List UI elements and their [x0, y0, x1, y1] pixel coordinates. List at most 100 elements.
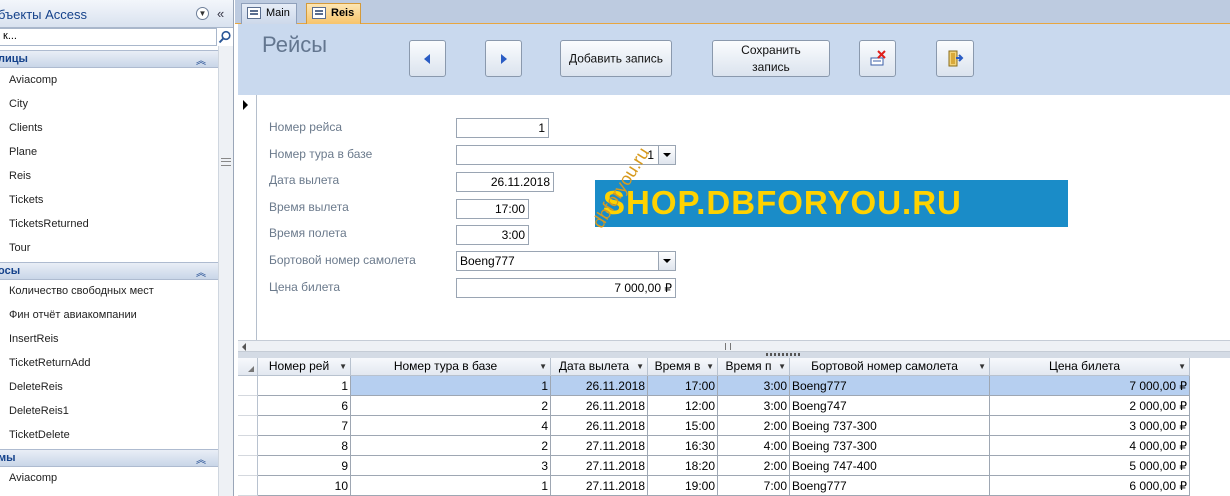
collapse-pane-icon[interactable]: «: [217, 6, 224, 21]
nav-item-tour[interactable]: Tour: [9, 238, 214, 258]
column-header-flight-number[interactable]: Номер рей ▼: [258, 358, 351, 376]
nav-group-tables[interactable]: лицы ︽: [0, 50, 218, 68]
cell-flight-duration[interactable]: 3:00: [718, 396, 790, 416]
cell-flight-duration[interactable]: 2:00: [718, 456, 790, 476]
select-all-corner[interactable]: [238, 358, 258, 376]
row-selector[interactable]: [238, 376, 258, 396]
save-record-button[interactable]: Сохранить запись: [712, 40, 830, 77]
nav-item-reis[interactable]: Reis: [9, 166, 214, 186]
nav-item-free-seats[interactable]: Количество свободных мест: [9, 281, 214, 301]
tab-reis[interactable]: Reis: [306, 3, 362, 24]
cell-flight-duration[interactable]: 2:00: [718, 416, 790, 436]
previous-record-button[interactable]: [409, 40, 446, 77]
column-header-ticket-price[interactable]: Цена билета ▼: [990, 358, 1190, 376]
nav-search-input[interactable]: к...: [0, 28, 217, 46]
flight-number-field[interactable]: 1: [456, 118, 549, 138]
departure-time-field[interactable]: 17:00: [456, 199, 529, 219]
nav-item-tickets[interactable]: Tickets: [9, 190, 214, 210]
nav-item-delete-reis1[interactable]: DeleteReis1: [9, 401, 214, 421]
cell-tour-number[interactable]: 4: [351, 416, 551, 436]
column-header-departure-time[interactable]: Время в ▼: [648, 358, 718, 376]
departure-date-field[interactable]: 26.11.2018: [456, 172, 554, 192]
column-dropdown-icon[interactable]: ▼: [778, 358, 786, 375]
column-header-aircraft-number[interactable]: Бортовой номер самолета ▼: [790, 358, 990, 376]
cell-aircraft-number[interactable]: Boeing 737-300: [790, 416, 990, 436]
cell-departure-date[interactable]: 26.11.2018: [551, 376, 648, 396]
cell-departure-date[interactable]: 27.11.2018: [551, 456, 648, 476]
cell-tour-number[interactable]: 1: [351, 476, 551, 496]
nav-item-plane[interactable]: Plane: [9, 142, 214, 162]
nav-header[interactable]: бъекты Access ▼ «: [0, 0, 233, 28]
close-form-button[interactable]: [936, 40, 974, 77]
row-selector[interactable]: [238, 396, 258, 416]
nav-item-city[interactable]: City: [9, 94, 214, 114]
cell-flight-number[interactable]: 10: [258, 476, 351, 496]
cell-aircraft-number[interactable]: Boeng777: [790, 376, 990, 396]
cell-ticket-price[interactable]: 3 000,00 ₽: [990, 416, 1190, 436]
cell-departure-time[interactable]: 18:20: [648, 456, 718, 476]
cell-ticket-price[interactable]: 2 000,00 ₽: [990, 396, 1190, 416]
collapse-group-icon[interactable]: ︽: [196, 451, 206, 466]
cell-aircraft-number[interactable]: Boeing 737-300: [790, 436, 990, 456]
dropdown-arrow-icon[interactable]: [658, 146, 675, 164]
tab-main[interactable]: Main: [241, 3, 297, 24]
cell-ticket-price[interactable]: 4 000,00 ₽: [990, 436, 1190, 456]
column-dropdown-icon[interactable]: ▼: [1178, 358, 1186, 375]
column-dropdown-icon[interactable]: ▼: [978, 358, 986, 375]
cell-departure-date[interactable]: 26.11.2018: [551, 396, 648, 416]
nav-item-tickets-returned[interactable]: TicketsReturned: [9, 214, 214, 234]
nav-item-clients[interactable]: Clients: [9, 118, 214, 138]
cell-aircraft-number[interactable]: Boeing 747-400: [790, 456, 990, 476]
cell-departure-time[interactable]: 12:00: [648, 396, 718, 416]
form-horizontal-scrollbar[interactable]: [238, 340, 1230, 352]
flight-duration-field[interactable]: 3:00: [456, 225, 529, 245]
cell-flight-number[interactable]: 7: [258, 416, 351, 436]
cell-departure-date[interactable]: 27.11.2018: [551, 476, 648, 496]
chevron-down-icon[interactable]: ▼: [196, 7, 209, 20]
row-selector[interactable]: [238, 416, 258, 436]
cell-flight-number[interactable]: 1: [258, 376, 351, 396]
column-dropdown-icon[interactable]: ▼: [339, 358, 347, 375]
cell-flight-number[interactable]: 8: [258, 436, 351, 456]
collapse-group-icon[interactable]: ︽: [196, 264, 206, 279]
scrollbar-grip[interactable]: [221, 158, 231, 166]
nav-group-queries[interactable]: осы ︽: [0, 262, 218, 280]
cell-flight-number[interactable]: 9: [258, 456, 351, 476]
column-dropdown-icon[interactable]: ▼: [636, 358, 644, 375]
scroll-left-icon[interactable]: [242, 343, 246, 351]
cell-ticket-price[interactable]: 5 000,00 ₽: [990, 456, 1190, 476]
row-selector[interactable]: [238, 456, 258, 476]
cell-flight-duration[interactable]: 4:00: [718, 436, 790, 456]
cell-departure-time[interactable]: 16:30: [648, 436, 718, 456]
collapse-group-icon[interactable]: ︽: [196, 52, 206, 67]
scrollbar-grip[interactable]: [725, 343, 731, 350]
dropdown-arrow-icon[interactable]: [658, 252, 675, 270]
cell-aircraft-number[interactable]: Boeng747: [790, 396, 990, 416]
column-header-departure-date[interactable]: Дата вылета ▼: [551, 358, 648, 376]
delete-record-button[interactable]: [859, 40, 896, 77]
nav-scrollbar[interactable]: [218, 46, 233, 496]
nav-item-delete-reis[interactable]: DeleteReis: [9, 377, 214, 397]
nav-item-insert-reis[interactable]: InsertReis: [9, 329, 214, 349]
add-record-button[interactable]: Добавить запись: [560, 40, 672, 77]
nav-item-aviacomp[interactable]: Aviacomp: [9, 70, 214, 90]
cell-ticket-price[interactable]: 6 000,00 ₽: [990, 476, 1190, 496]
column-header-tour-number[interactable]: Номер тура в базе ▼: [351, 358, 551, 376]
cell-flight-number[interactable]: 6: [258, 396, 351, 416]
cell-departure-time[interactable]: 19:00: [648, 476, 718, 496]
next-record-button[interactable]: [485, 40, 522, 77]
ticket-price-field[interactable]: 7 000,00 ₽: [456, 278, 676, 298]
nav-item-ticket-return-add[interactable]: TicketReturnAdd: [9, 353, 214, 373]
cell-flight-duration[interactable]: 7:00: [718, 476, 790, 496]
nav-item-fin-report[interactable]: Фин отчёт авиакомпании: [9, 305, 214, 325]
column-header-flight-duration[interactable]: Время п ▼: [718, 358, 790, 376]
nav-item-form-aviacomp[interactable]: Aviacomp: [9, 468, 214, 488]
cell-tour-number[interactable]: 1: [351, 376, 551, 396]
nav-group-forms[interactable]: мы ︽: [0, 449, 218, 467]
aircraft-number-combo[interactable]: Boeng777: [456, 251, 676, 271]
cell-tour-number[interactable]: 2: [351, 436, 551, 456]
cell-tour-number[interactable]: 3: [351, 456, 551, 476]
cell-ticket-price[interactable]: 7 000,00 ₽: [990, 376, 1190, 396]
cell-departure-time[interactable]: 15:00: [648, 416, 718, 436]
row-selector[interactable]: [238, 476, 258, 496]
